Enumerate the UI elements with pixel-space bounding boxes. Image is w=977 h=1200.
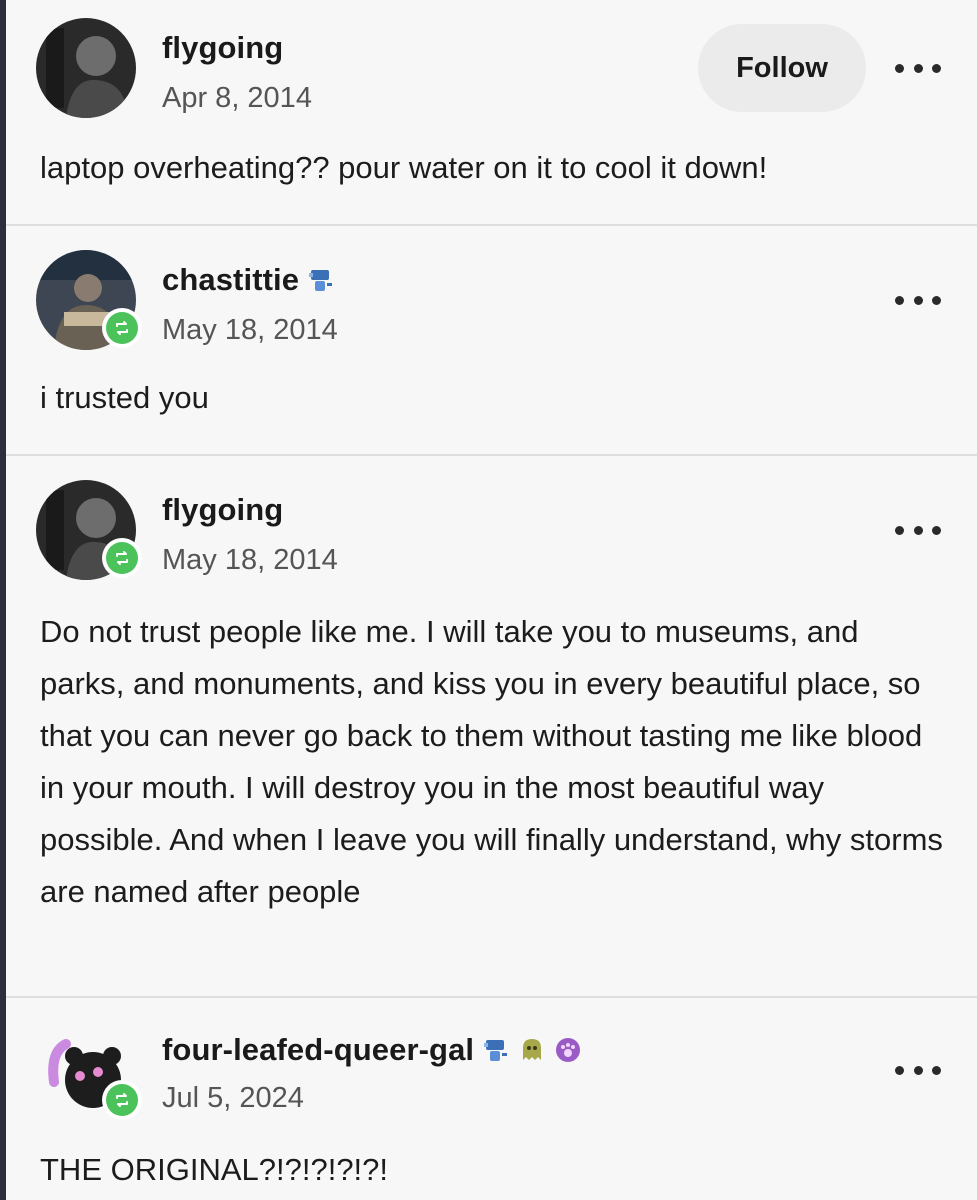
username-text[interactable]: chastittie — [162, 262, 299, 298]
avatar-flygoing[interactable] — [36, 18, 136, 118]
follow-button[interactable]: Follow — [698, 24, 866, 112]
post-date: Apr 8, 2014 — [162, 82, 312, 114]
username[interactable]: flygoing — [162, 30, 283, 66]
reblog-badge — [102, 538, 142, 578]
post-body: THE ORIGINAL?!?!?!?!?! — [40, 1152, 389, 1187]
reblog-thread: flygoing Apr 8, 2014 Follow laptop overh… — [6, 0, 977, 1200]
more-options-icon[interactable] — [895, 58, 941, 78]
blue-badge-icon — [309, 270, 333, 291]
more-options-icon[interactable] — [895, 520, 941, 540]
username-text[interactable]: four-leafed-queer-gal — [162, 1032, 474, 1068]
username-text[interactable]: flygoing — [162, 492, 283, 528]
blue-badge-icon — [484, 1040, 508, 1061]
reblog-badge — [102, 308, 142, 348]
reblog-icon — [116, 1093, 128, 1107]
reblog-badge — [102, 1080, 142, 1120]
post-2: chastittie May 18, 2014 i trusted you — [6, 226, 977, 456]
post-date: May 18, 2014 — [162, 314, 338, 346]
username[interactable]: flygoing — [162, 492, 283, 528]
username[interactable]: four-leafed-queer-gal — [162, 1032, 582, 1068]
paw-badge-icon — [556, 1038, 581, 1062]
post-body: Do not trust people like me. I will take… — [40, 614, 943, 909]
post-4: four-leafed-queer-gal Jul 5, 2024 THE OR… — [6, 998, 977, 1200]
more-options-icon[interactable] — [895, 1060, 941, 1080]
post-body: i trusted you — [40, 380, 209, 415]
username[interactable]: chastittie — [162, 262, 335, 298]
post-3: flygoing May 18, 2014 Do not trust peopl… — [6, 456, 977, 998]
post-date: Jul 5, 2024 — [162, 1082, 304, 1114]
post-1: flygoing Apr 8, 2014 Follow laptop overh… — [6, 0, 977, 226]
reblog-icon — [116, 321, 128, 335]
reblog-icon — [116, 551, 128, 565]
ghost-badge-icon — [523, 1039, 542, 1060]
more-options-icon[interactable] — [895, 290, 941, 310]
post-date: May 18, 2014 — [162, 544, 338, 576]
post-body: laptop overheating?? pour water on it to… — [40, 150, 768, 185]
username-text[interactable]: flygoing — [162, 30, 283, 66]
